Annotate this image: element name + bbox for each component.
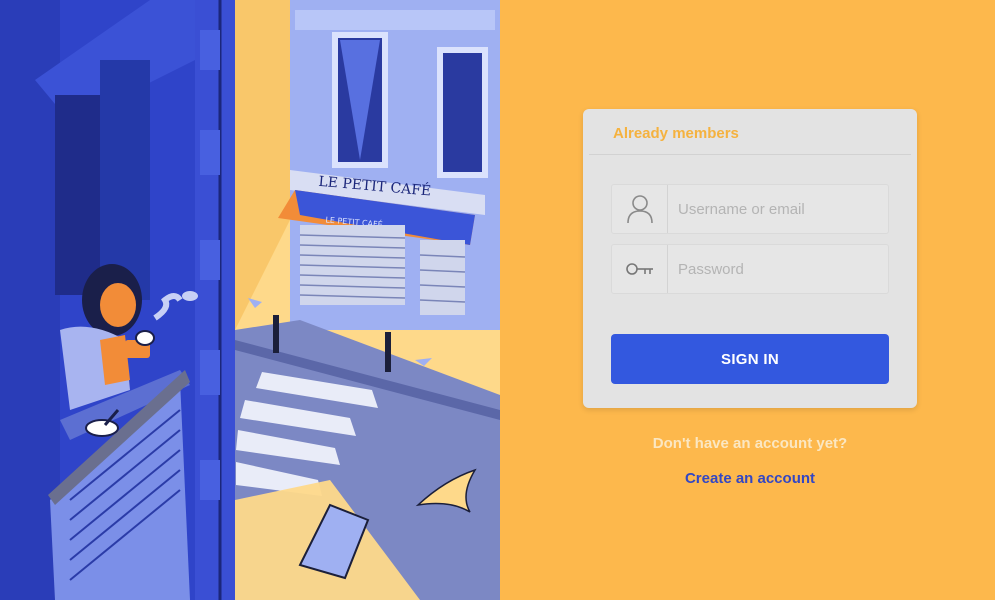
- no-account-prompt: Don't have an account yet?: [652, 435, 848, 452]
- password-input[interactable]: [668, 245, 888, 293]
- cafe-illustration: LE PETIT CAFÉ LE PETIT CAFÉ: [0, 0, 500, 600]
- username-field: [611, 184, 889, 234]
- login-pane: Already members Username or email SIGN I…: [500, 0, 995, 600]
- create-account-link[interactable]: Create an account: [500, 470, 995, 487]
- user-icon: [612, 185, 668, 233]
- login-page: LE PETIT CAFÉ LE PETIT CAFÉ Already memb…: [0, 0, 995, 600]
- card-header: Already members: [589, 109, 911, 155]
- username-input[interactable]: [668, 185, 888, 233]
- key-icon: [612, 245, 668, 293]
- street-scene-image: LE PETIT CAFÉ LE PETIT CAFÉ: [0, 0, 500, 600]
- password-field: [611, 244, 889, 294]
- sign-in-button[interactable]: SIGN IN: [611, 334, 889, 384]
- login-card: Already members Username or email SIGN I…: [583, 109, 917, 408]
